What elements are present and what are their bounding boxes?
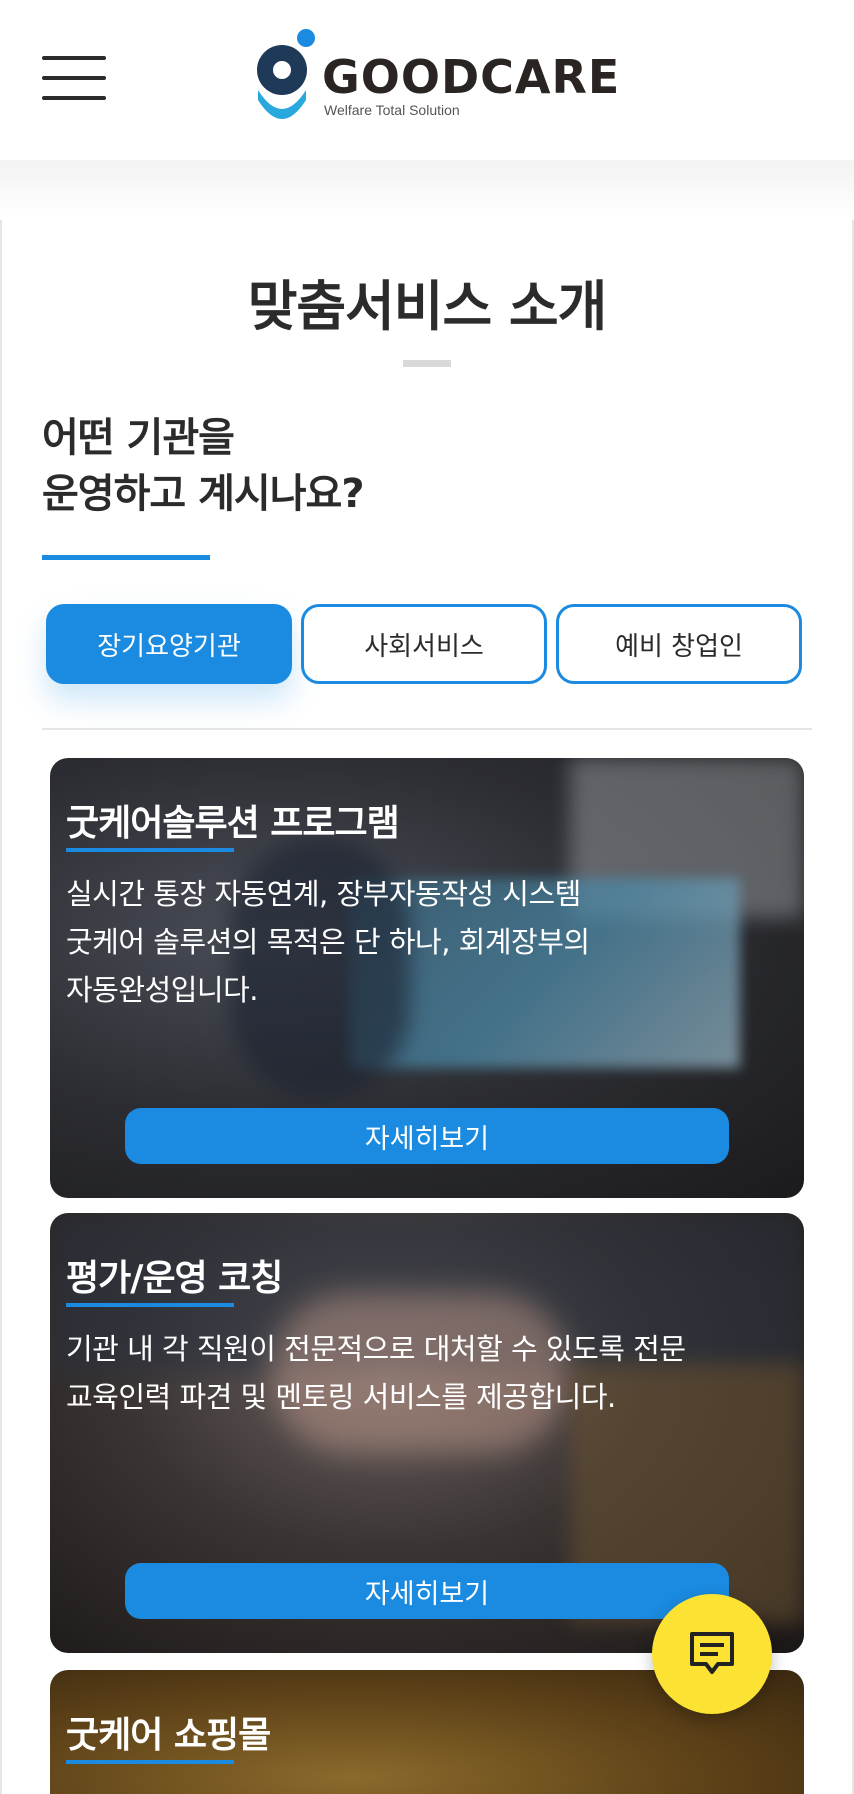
view-details-button[interactable]: 자세히보기 bbox=[125, 1563, 729, 1619]
question-line-2: 운영하고 계시나요? bbox=[42, 471, 365, 517]
logo-subtitle: Welfare Total Solution bbox=[324, 102, 460, 118]
chat-message-icon bbox=[690, 1632, 734, 1674]
service-card-coaching: 평가/운영 코칭 기관 내 각 직원이 전문적으로 대처할 수 있도록 전문 교… bbox=[50, 1213, 804, 1653]
card-title-underline bbox=[66, 1303, 234, 1307]
page-title: 맞춤서비스 소개 bbox=[247, 275, 608, 338]
card-title: 굿케어 쇼핑몰 bbox=[66, 1715, 271, 1756]
tab-social-service[interactable]: 사회서비스 bbox=[301, 604, 547, 684]
card-title: 평가/운영 코칭 bbox=[66, 1258, 283, 1299]
institution-tabs: 장기요양기관 사회서비스 예비 창업인 bbox=[46, 604, 802, 684]
card-description: 기관 내 각 직원이 전문적으로 대처할 수 있도록 전문 교육인력 파견 및 … bbox=[66, 1325, 786, 1421]
card-description-line: 자동완성입니다. bbox=[66, 973, 258, 1007]
hamburger-menu-icon[interactable] bbox=[42, 56, 106, 104]
card-title: 굿케어솔루션 프로그램 bbox=[66, 803, 400, 844]
title-divider bbox=[403, 360, 451, 367]
card-title-underline bbox=[66, 848, 234, 852]
header-shadow bbox=[0, 160, 854, 220]
question-line-1: 어떤 기관을 bbox=[42, 415, 235, 461]
tab-prospective-founder[interactable]: 예비 창업인 bbox=[556, 604, 802, 684]
tab-long-term-care[interactable]: 장기요양기관 bbox=[46, 604, 292, 684]
question-underline bbox=[42, 555, 210, 560]
chat-button[interactable] bbox=[652, 1594, 772, 1714]
view-details-button[interactable]: 자세히보기 bbox=[125, 1108, 729, 1164]
card-description-line: 교육인력 파견 및 멘토링 서비스를 제공합니다. bbox=[66, 1380, 616, 1414]
card-description-line: 굿케어 솔루션의 목적은 단 하나, 회계장부의 bbox=[66, 925, 590, 959]
card-description-line: 실시간 통장 자동연계, 장부자동작성 시스템 bbox=[66, 877, 581, 911]
section-question: 어떤 기관을 운영하고 계시나요? bbox=[42, 410, 365, 522]
card-description-line: 기관 내 각 직원이 전문적으로 대처할 수 있도록 전문 bbox=[66, 1332, 686, 1366]
logo[interactable]: GOODCARE Welfare Total Solution bbox=[256, 28, 619, 128]
card-description: 실시간 통장 자동연계, 장부자동작성 시스템 굿케어 솔루션의 목적은 단 하… bbox=[66, 870, 786, 1014]
card-title-underline bbox=[66, 1760, 234, 1764]
site-header: GOODCARE Welfare Total Solution bbox=[0, 0, 854, 160]
section-divider bbox=[42, 728, 812, 730]
goodcare-logo-mark-icon bbox=[257, 29, 315, 119]
logo-text: GOODCARE bbox=[322, 50, 621, 104]
service-card-solution: 굿케어솔루션 프로그램 실시간 통장 자동연계, 장부자동작성 시스템 굿케어 … bbox=[50, 758, 804, 1198]
